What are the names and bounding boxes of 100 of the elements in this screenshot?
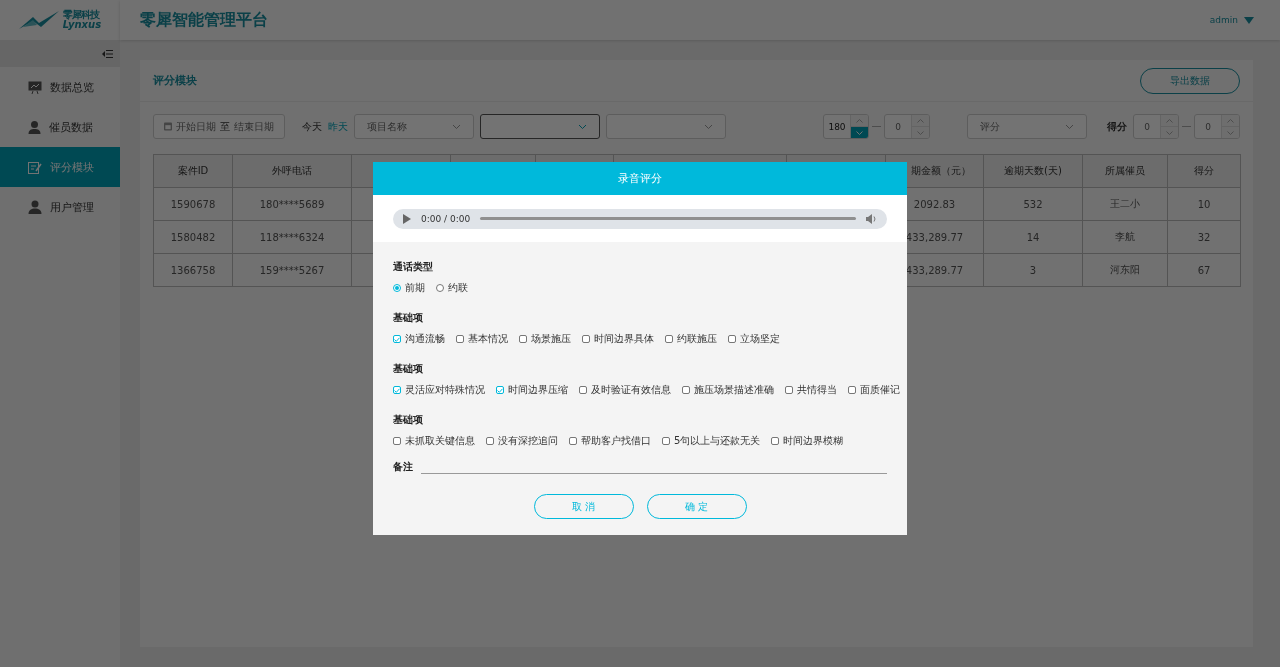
sidebar-item[interactable]: 催员数据 bbox=[0, 107, 120, 147]
edit-note-icon bbox=[28, 160, 42, 174]
select-field[interactable] bbox=[480, 114, 600, 139]
checkbox-label: 沟通流畅 bbox=[405, 332, 445, 346]
chevron-up-icon bbox=[856, 118, 863, 123]
table-cell: 14 bbox=[983, 220, 1083, 254]
table-cell: 10 bbox=[1167, 187, 1241, 221]
quick-date-link[interactable]: 今天 bbox=[302, 119, 322, 134]
column-header: 案件ID bbox=[153, 154, 233, 188]
checkbox[interactable] bbox=[682, 386, 690, 394]
radio-button[interactable] bbox=[436, 284, 444, 292]
checkbox-label: 及时验证有效信息 bbox=[591, 383, 671, 397]
chevron-up-icon bbox=[1227, 118, 1234, 123]
spinner-placeholder: 0 bbox=[894, 120, 902, 134]
column-header: 逾期天数(天) bbox=[983, 154, 1083, 188]
checkbox-label: 帮助客户找借口 bbox=[581, 434, 651, 448]
checkbox[interactable] bbox=[393, 386, 401, 394]
checkbox-label: 基本情况 bbox=[468, 332, 508, 346]
card-title: 评分模块 bbox=[153, 73, 197, 88]
checkbox[interactable] bbox=[662, 437, 670, 445]
checkbox[interactable] bbox=[456, 335, 464, 343]
checkbox[interactable] bbox=[848, 386, 856, 394]
checkbox[interactable] bbox=[393, 335, 401, 343]
score-label: 得分 bbox=[1107, 119, 1127, 134]
brand-latin: Lynxus bbox=[62, 20, 102, 30]
checkbox-label: 时间边界压缩 bbox=[508, 383, 568, 397]
volume-icon[interactable] bbox=[866, 213, 877, 224]
column-header: 所属催员 bbox=[1082, 154, 1168, 188]
checkbox-label: 时间边界具体 bbox=[594, 332, 654, 346]
range-separator: 至 bbox=[220, 119, 230, 134]
chevron-up-icon bbox=[917, 118, 924, 123]
checkbox[interactable] bbox=[569, 437, 577, 445]
checkbox-label: 时间边界模糊 bbox=[783, 434, 844, 448]
section-label: 基础项 bbox=[393, 311, 424, 325]
table-cell: 532 bbox=[983, 187, 1083, 221]
table-cell: 1590678 bbox=[153, 187, 233, 221]
checkbox-label: 场景施压 bbox=[531, 332, 571, 346]
table-cell: 1580482 bbox=[153, 220, 233, 254]
column-header: 外呼电话 bbox=[232, 154, 352, 188]
checkbox[interactable] bbox=[393, 437, 401, 445]
checkbox[interactable] bbox=[728, 335, 736, 343]
checkbox[interactable] bbox=[519, 335, 527, 343]
section-label: 通话类型 bbox=[393, 260, 434, 274]
sidebar-item[interactable]: 评分模块 bbox=[0, 147, 120, 187]
select-placeholder: 项目名称 bbox=[367, 119, 407, 134]
checkbox-label: 灵活应对特殊情况 bbox=[405, 383, 485, 397]
chevron-down-icon bbox=[1065, 123, 1074, 130]
checkbox[interactable] bbox=[579, 386, 587, 394]
spinner-placeholder: 0 bbox=[1143, 120, 1151, 134]
radio-label: 约联 bbox=[448, 281, 468, 295]
checkbox[interactable] bbox=[771, 437, 780, 445]
checkbox[interactable] bbox=[582, 335, 590, 343]
chevron-down-icon bbox=[704, 123, 713, 130]
audio-time: 0:00 / 0:00 bbox=[421, 213, 471, 224]
note-label: 备注 bbox=[393, 460, 413, 474]
checkbox-label: 5句以上与还款无关 bbox=[674, 434, 761, 448]
select-field[interactable]: 项目名称 bbox=[354, 114, 474, 139]
spinner-value: 180 bbox=[827, 120, 847, 134]
radio-label: 前期 bbox=[405, 281, 425, 295]
chevron-down-icon bbox=[578, 123, 587, 130]
checkbox-label: 共情得当 bbox=[797, 383, 837, 397]
checkbox-label: 未抓取关键信息 bbox=[405, 434, 475, 448]
chevron-up-icon bbox=[1166, 118, 1173, 123]
caret-icon[interactable] bbox=[1244, 16, 1254, 24]
checkbox[interactable] bbox=[665, 335, 673, 343]
table-cell: 67 bbox=[1167, 253, 1241, 287]
checkbox-label: 施压场景描述准确 bbox=[694, 383, 774, 397]
section-label: 基础项 bbox=[393, 362, 424, 376]
checkbox-label: 没有深挖追问 bbox=[498, 434, 558, 448]
sidebar-item[interactable]: 用户管理 bbox=[0, 187, 120, 227]
table-cell: 159****5267 bbox=[232, 253, 352, 287]
checkbox[interactable] bbox=[496, 386, 504, 394]
play-icon[interactable] bbox=[403, 213, 411, 224]
users-icon bbox=[28, 200, 42, 214]
checkbox[interactable] bbox=[486, 437, 494, 445]
audio-progress-track[interactable] bbox=[480, 217, 856, 220]
checkbox-label: 约联施压 bbox=[677, 332, 717, 346]
table-cell: 1366758 bbox=[153, 253, 233, 287]
brand-name: 零犀科技 bbox=[62, 10, 100, 20]
chevron-down-icon bbox=[452, 123, 461, 130]
audio-player[interactable]: 0:00 / 0:00 bbox=[393, 208, 887, 229]
user-menu[interactable]: admin bbox=[1209, 15, 1238, 25]
number-spinner[interactable]: 180 bbox=[823, 114, 869, 139]
table-cell: 118****6324 bbox=[232, 220, 352, 254]
chevron-down-icon bbox=[1227, 130, 1234, 135]
checkbox-label: 立场坚定 bbox=[740, 332, 780, 346]
table-cell: 180****5689 bbox=[232, 187, 352, 221]
collapse-menu-icon[interactable] bbox=[102, 49, 113, 58]
sidebar-item[interactable]: 数据总览 bbox=[0, 67, 120, 107]
section-label: 基础项 bbox=[393, 413, 424, 427]
spin-down-button[interactable] bbox=[851, 126, 868, 138]
table-cell: 3 bbox=[983, 253, 1083, 287]
radio-button[interactable] bbox=[393, 284, 401, 292]
quick-date-link[interactable]: 昨天 bbox=[328, 119, 348, 134]
checkbox-label: 面质催记 bbox=[860, 383, 900, 397]
checkbox[interactable] bbox=[785, 386, 793, 394]
app-title: 零犀智能管理平台 bbox=[140, 9, 268, 31]
table-cell: 河东阳 bbox=[1082, 253, 1168, 287]
spinner-placeholder: 0 bbox=[1204, 120, 1212, 134]
calendar-icon bbox=[164, 122, 172, 131]
